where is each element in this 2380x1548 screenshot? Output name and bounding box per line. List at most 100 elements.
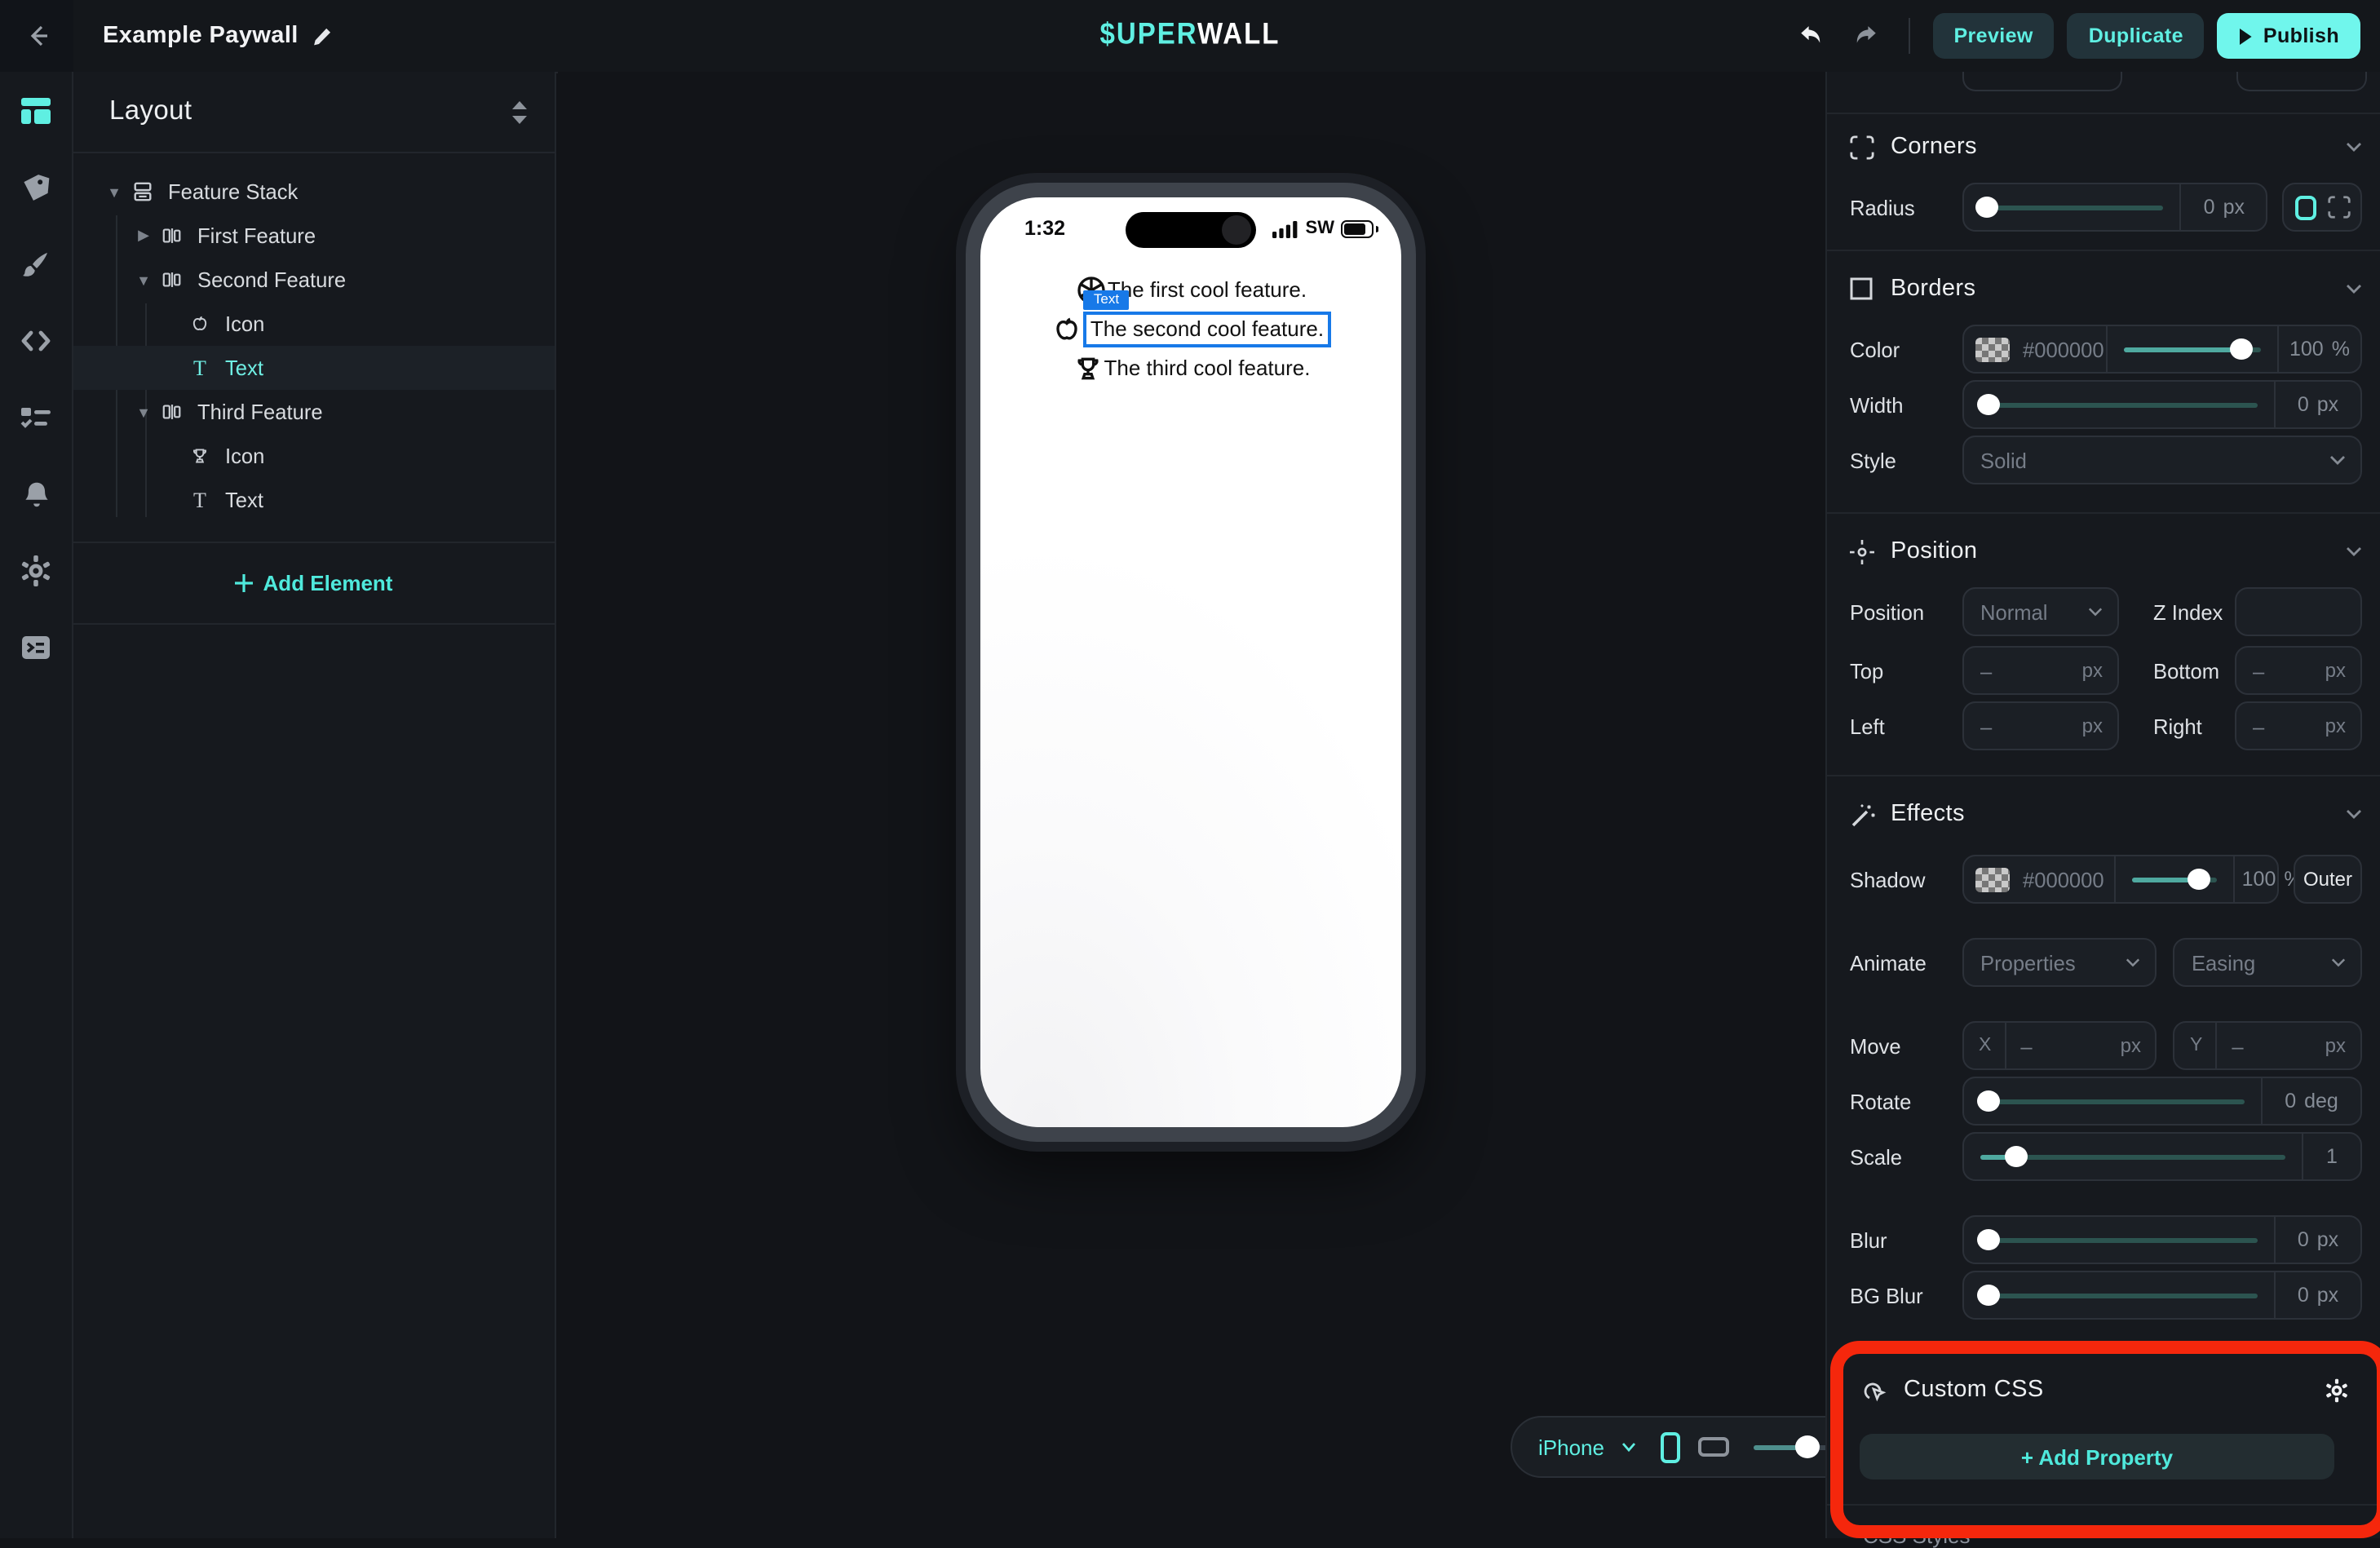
border-width-slider[interactable]: 0px [1962, 380, 2362, 429]
paintbrush-tool-icon[interactable] [20, 248, 52, 281]
move-y-input[interactable]: Y – px [2174, 1021, 2362, 1070]
border-opacity-slider[interactable] [2108, 326, 2277, 372]
inspector-panel: Corners Radius 0px Borders Color [1825, 72, 2380, 1538]
per-corner-radius-icon[interactable] [2327, 196, 2350, 219]
top-input[interactable]: –px [1962, 646, 2119, 695]
tree-label: Icon [225, 312, 264, 336]
layout-tool-icon[interactable] [20, 95, 52, 127]
phone-screen[interactable]: 1:32 SW The first c [980, 197, 1401, 1127]
border-style-dropdown[interactable]: Solid [1962, 436, 2362, 484]
radius-slider-control[interactable]: 0px [1962, 183, 2268, 232]
position-crosshair-icon [1850, 539, 1874, 564]
superwall-logo: $UPERWALL [1100, 18, 1281, 53]
color-swatch[interactable] [1975, 337, 2010, 361]
shadow-row: Shadow #000000 100% Outer [1850, 855, 2362, 904]
undo-icon[interactable] [1790, 23, 1831, 49]
scale-slider[interactable]: 1 [1962, 1132, 2362, 1181]
tag-tool-icon[interactable] [20, 171, 52, 204]
animate-easing-dropdown[interactable]: Easing [2174, 938, 2362, 987]
custom-css-section-header[interactable]: Custom CSS [1863, 1373, 2349, 1406]
chevron-down-icon[interactable] [2346, 142, 2362, 152]
color-swatch[interactable] [1975, 867, 2010, 891]
edit-title-icon[interactable] [312, 25, 333, 46]
position-mode-row: Position Normal Z Index [1850, 587, 2362, 636]
tree-item-icon[interactable]: Icon [73, 434, 555, 478]
chevron-down-icon [2329, 455, 2346, 465]
chevron-down-icon[interactable] [2346, 284, 2362, 294]
bottom-input[interactable]: –px [2235, 646, 2362, 695]
tree-item-feature-stack[interactable]: ▼ Feature Stack [73, 170, 555, 214]
shadow-color-control[interactable]: #000000 100% [1962, 855, 2279, 904]
left-input[interactable]: –px [1962, 701, 2119, 750]
caret-down-icon[interactable]: ▼ [135, 404, 152, 420]
uniform-radius-icon[interactable] [2294, 195, 2316, 219]
chevron-down-icon[interactable] [2346, 809, 2362, 819]
checklist-tool-icon[interactable] [20, 401, 52, 434]
tree-item-text-selected[interactable]: T Text [73, 346, 555, 390]
tree-item-first-feature[interactable]: ▶ First Feature [73, 214, 555, 258]
rotate-row: Rotate 0deg [1850, 1077, 2362, 1126]
tree-item-third-feature[interactable]: ▼ Third Feature [73, 390, 555, 434]
code-tool-icon[interactable] [20, 325, 52, 357]
canvas[interactable]: 1:32 SW The first c [558, 72, 1825, 1538]
tree-label: Feature Stack [168, 179, 298, 204]
chevron-down-icon[interactable] [1622, 1442, 1637, 1452]
terminal-tool-icon[interactable] [20, 631, 52, 664]
apple-icon [188, 312, 212, 336]
publish-button[interactable]: Publish [2218, 13, 2360, 59]
custom-css-gear-icon[interactable] [2325, 1378, 2349, 1402]
caret-right-icon[interactable]: ▶ [135, 227, 152, 245]
bell-tool-icon[interactable] [20, 478, 52, 511]
rotate-slider[interactable]: 0deg [1962, 1077, 2362, 1126]
animate-row: Animate Properties Easing [1850, 938, 2362, 987]
portrait-orientation-icon[interactable] [1661, 1431, 1681, 1462]
position-section-header[interactable]: Position [1850, 535, 2362, 568]
border-style-row: Style Solid [1850, 436, 2362, 484]
radius-mode-toggle[interactable] [2283, 183, 2362, 232]
shadow-outer-button[interactable]: Outer [2294, 855, 2362, 904]
cutoff-input [2236, 72, 2367, 91]
css-styles-label: CSS Styles [1863, 1524, 1971, 1548]
animate-properties-dropdown[interactable]: Properties [1962, 938, 2157, 987]
feature-row-2-selected[interactable]: Text The second cool feature. [1051, 312, 1330, 346]
caret-down-icon[interactable]: ▼ [106, 184, 122, 200]
tree-item-icon[interactable]: Icon [73, 302, 555, 346]
color-hex-value[interactable]: #000000 [2023, 337, 2104, 361]
redo-icon[interactable] [1844, 23, 1885, 49]
selected-text-element[interactable]: Text The second cool feature. [1084, 311, 1330, 347]
preview-button[interactable]: Preview [1932, 13, 2054, 59]
borders-section-header[interactable]: Borders [1850, 272, 2362, 305]
back-button[interactable] [0, 0, 73, 72]
shadow-hex-value[interactable]: #000000 [2023, 867, 2104, 891]
columns-icon [160, 400, 184, 424]
tree-item-second-feature[interactable]: ▼ Second Feature [73, 258, 555, 302]
add-element-button[interactable]: Add Element [73, 542, 555, 625]
landscape-orientation-icon[interactable] [1699, 1437, 1730, 1457]
zindex-input[interactable] [2235, 587, 2362, 636]
corners-section-header[interactable]: Corners [1850, 130, 2362, 163]
bg-blur-slider[interactable]: 0px [1962, 1271, 2362, 1320]
layout-panel: Layout ▼ Feature Stack ▶ First Feature [73, 72, 556, 1538]
feature-row-3[interactable]: The third cool feature. [1072, 351, 1311, 385]
feature-text[interactable]: The third cool feature. [1104, 356, 1311, 380]
effects-section-header[interactable]: Effects [1850, 798, 2362, 830]
tree-label: Third Feature [197, 400, 323, 424]
chevron-down-icon[interactable] [2346, 546, 2362, 556]
add-property-button[interactable]: + Add Property [1860, 1434, 2334, 1479]
blur-slider[interactable]: 0px [1962, 1215, 2362, 1264]
right-input[interactable]: –px [2235, 701, 2362, 750]
position-left-right-row: Left –px Right –px [1850, 701, 2362, 750]
move-x-input[interactable]: X – px [1962, 1021, 2157, 1070]
chevron-down-icon [2088, 607, 2103, 617]
border-color-control[interactable]: #000000 100% [1962, 325, 2362, 374]
device-select[interactable]: iPhone [1538, 1435, 1604, 1459]
duplicate-button[interactable]: Duplicate [2068, 13, 2205, 59]
tree-item-text[interactable]: T Text [73, 478, 555, 522]
sort-icon[interactable] [511, 100, 529, 123]
position-mode-dropdown[interactable]: Normal [1962, 587, 2119, 636]
feature-text[interactable]: The first cool feature. [1108, 277, 1307, 302]
feature-text[interactable]: The second cool feature. [1090, 316, 1324, 340]
caret-down-icon[interactable]: ▼ [135, 272, 152, 288]
gear-tool-icon[interactable] [20, 555, 52, 587]
shadow-opacity-slider[interactable] [2116, 856, 2233, 902]
